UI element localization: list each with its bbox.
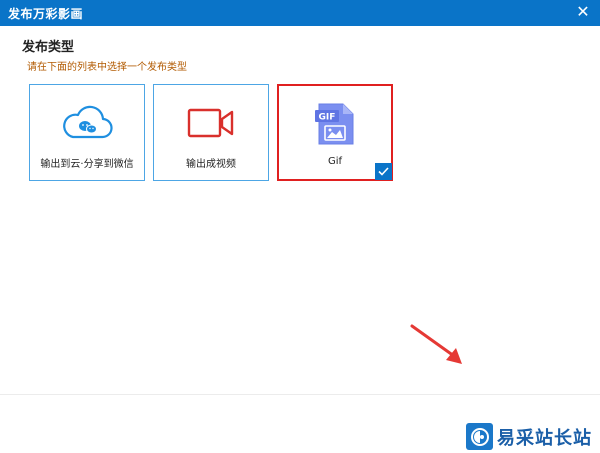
card-label: 输出成视频 [186, 159, 236, 170]
watermark-logo-icon [466, 423, 493, 450]
publish-type-video-card[interactable]: 输出成视频 [153, 84, 269, 181]
pointer-arrow-icon [410, 324, 466, 370]
gif-badge-text: GIF [319, 113, 336, 123]
card-label: 输出到云·分享到微信 [40, 159, 134, 170]
publish-type-gif-card[interactable]: GIF Gif [277, 84, 393, 181]
footer-divider [0, 394, 600, 395]
section-hint: 请在下面的列表中选择一个发布类型 [27, 62, 187, 73]
title-bar: 发布万彩影画 ✕ [0, 0, 600, 26]
close-icon[interactable]: ✕ [574, 3, 592, 21]
watermark-text: 易采站长站 [497, 427, 592, 449]
publish-type-cloud-card[interactable]: 输出到云·分享到微信 [29, 84, 145, 181]
cloud-wechat-icon [30, 105, 144, 139]
video-camera-icon [154, 107, 268, 139]
checkmark-icon [375, 163, 392, 180]
watermark: 易采站长站 [466, 420, 600, 453]
gif-file-icon: GIF [279, 102, 391, 146]
section-title: 发布类型 [22, 40, 75, 55]
window-title: 发布万彩影画 [8, 7, 84, 21]
